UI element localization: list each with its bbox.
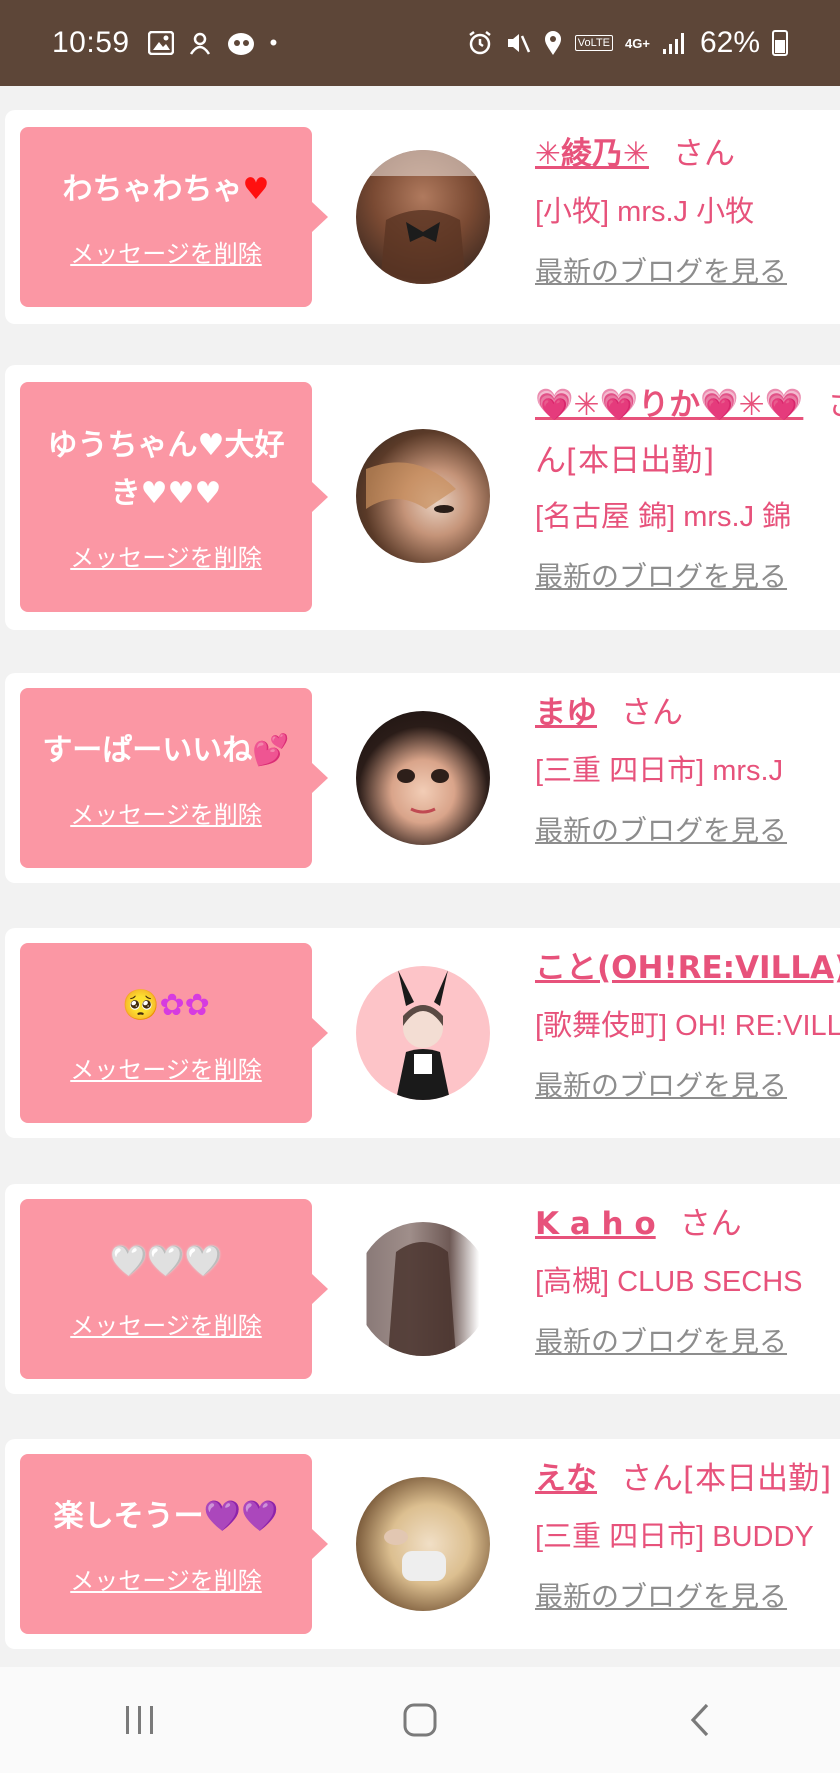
alarm-icon — [469, 31, 491, 55]
system-navigation-bar — [0, 1667, 840, 1773]
name-line: えな さん[本日出勤] — [535, 1457, 840, 1501]
message-bubble: わちゃわちゃ♥ メッセージを削除 — [20, 127, 328, 307]
notification-icons: • — [147, 30, 278, 56]
honorific: さ — [827, 387, 840, 423]
message-card: わちゃわちゃ♥ メッセージを削除 ✳綾乃✳ さん [小牧] mrs.J 小牧 最新… — [5, 110, 840, 324]
message-text: ゆうちゃん♥大好き♥♥♥ — [47, 427, 285, 511]
back-button[interactable] — [660, 1690, 740, 1750]
avatar[interactable] — [356, 966, 490, 1100]
honorific: さん[本日出勤] — [621, 1461, 832, 1497]
name-line: K a h o さん — [535, 1202, 840, 1246]
delete-message-link[interactable]: メッセージを削除 — [70, 1050, 262, 1085]
shop-label: [歌舞伎町] OH! RE:VILLA — [535, 1010, 840, 1042]
delete-message-link[interactable]: メッセージを削除 — [70, 234, 262, 269]
home-icon — [403, 1703, 437, 1737]
message-text: 🤍🤍🤍 — [109, 1243, 223, 1279]
honorific: さん — [621, 695, 683, 731]
gallery-icon — [147, 31, 174, 55]
avatar-image — [384, 1529, 446, 1581]
shop-label: [名古屋 錦] mrs.J 錦 — [535, 501, 792, 533]
profile-info: K a h o さん [高槻] CLUB SECHS 最新のブログを見る — [535, 1202, 840, 1360]
profile-info: まゆ さん [三重 四日市] mrs.J 最新のブログを見る — [535, 691, 840, 849]
view-blog-link[interactable]: 最新のブログを見る — [535, 1064, 787, 1104]
profile-info: こと(OH!RE:VILLA)さん [歌舞伎町] OH! RE:VILLA 最新… — [535, 946, 840, 1104]
delete-message-link[interactable]: メッセージを削除 — [70, 1306, 262, 1341]
avatar-image — [366, 462, 456, 513]
avatar[interactable] — [356, 429, 490, 563]
volte-badge: VoLTE — [574, 35, 614, 51]
recents-icon — [126, 1706, 153, 1734]
system-icons: VoLTE 4G+ 62% — [467, 26, 788, 60]
delete-message-link[interactable]: メッセージを削除 — [70, 795, 262, 830]
message-text: 楽しそうー💜💜 — [53, 1498, 279, 1534]
mute-icon — [507, 34, 530, 53]
name-line: まゆ さん — [535, 691, 840, 735]
message-card: 🥺✿✿ メッセージを削除 こと(OH!RE:VILLA)さん [歌舞伎町] OH… — [5, 928, 840, 1138]
view-blog-link[interactable]: 最新のブログを見る — [535, 250, 787, 290]
purple-hearts-emoji: 💜💜 — [203, 1498, 279, 1534]
shop-label: [高槻] CLUB SECHS — [535, 1266, 803, 1298]
signal-icon — [662, 33, 684, 54]
shop-label: [小牧] mrs.J 小牧 — [535, 196, 755, 228]
message-text: すーぱーいいね💕 — [42, 732, 290, 768]
avatar[interactable] — [356, 711, 490, 845]
honorific: さん — [679, 1206, 742, 1242]
name-line: ✳綾乃✳ さん — [535, 132, 840, 176]
honorific: さん — [672, 136, 735, 172]
profile-name-link[interactable]: まゆ — [535, 695, 597, 731]
battery-icon — [772, 30, 788, 56]
hearts-emoji: 💕 — [252, 732, 290, 768]
name-line: 💗✳💗りか💗✳💗 さ — [535, 383, 840, 427]
message-card: 🤍🤍🤍 メッセージを削除 K a h o さん [高槻] CLUB SECHS 最… — [5, 1184, 840, 1394]
heart-emoji: ♥ — [242, 171, 270, 207]
avatar-image — [388, 1242, 456, 1356]
network-type: 4G+ — [625, 35, 650, 51]
clock: 10:59 — [52, 26, 130, 59]
profile-name-link[interactable]: こと(OH!RE:VILLA) — [535, 950, 840, 986]
message-text: 🥺✿✿ — [122, 987, 210, 1023]
profile-info: 💗✳💗りか💗✳💗 さ ん[本日出勤] [名古屋 錦] mrs.J 錦 最新のブログ… — [535, 383, 840, 595]
message-card: すーぱーいいね💕 メッセージを削除 まゆ さん [三重 四日市] mrs.J 最新… — [5, 673, 840, 883]
character-app-icon — [227, 33, 254, 55]
view-blog-link[interactable]: 最新のブログを見る — [535, 809, 787, 849]
avatar-image — [356, 150, 490, 284]
view-blog-link[interactable]: 最新のブログを見る — [535, 1320, 787, 1360]
shop-label: [三重 四日市] BUDDY — [535, 1521, 814, 1553]
message-bubble: 🥺✿✿ メッセージを削除 — [20, 943, 328, 1123]
profile-info: ✳綾乃✳ さん [小牧] mrs.J 小牧 最新のブログを見る — [535, 132, 840, 290]
avatar[interactable] — [356, 150, 490, 284]
message-bubble: すーぱーいいね💕 メッセージを削除 — [20, 688, 328, 868]
view-blog-link[interactable]: 最新のブログを見る — [535, 555, 787, 595]
back-icon — [690, 1703, 709, 1737]
status-bar: 10:59 • VoLTE 4G+ 62% — [0, 0, 840, 86]
message-card: ゆうちゃん♥大好き♥♥♥ メッセージを削除 💗✳💗りか💗✳💗 さ ん[本日出勤] … — [5, 365, 840, 630]
location-icon — [544, 31, 561, 55]
message-card: 楽しそうー💜💜 メッセージを削除 えな さん[本日出勤] [三重 四日市] BUD… — [5, 1439, 840, 1649]
profile-info: えな さん[本日出勤] [三重 四日市] BUDDY 最新のブログを見る — [535, 1457, 840, 1615]
message-bubble: ゆうちゃん♥大好き♥♥♥ メッセージを削除 — [20, 382, 328, 612]
profile-name-link[interactable]: 💗✳💗りか💗✳💗 — [535, 387, 803, 423]
delete-message-link[interactable]: メッセージを削除 — [70, 1561, 262, 1596]
profile-name-link[interactable]: ✳綾乃✳ — [535, 136, 649, 172]
profile-name-link[interactable]: えな — [535, 1461, 597, 1497]
more-notifications-dot: • — [269, 30, 278, 55]
name-line-continued: ん[本日出勤] — [535, 443, 715, 479]
message-text: わちゃわちゃ♥ — [62, 171, 270, 207]
avatar-image — [396, 970, 450, 1100]
recents-button[interactable] — [100, 1690, 180, 1750]
avatar[interactable] — [356, 1477, 490, 1611]
avatar[interactable] — [356, 1222, 490, 1356]
avatar-image — [397, 769, 449, 814]
shop-label: [三重 四日市] mrs.J — [535, 755, 784, 787]
message-bubble: 楽しそうー💜💜 メッセージを削除 — [20, 1454, 328, 1634]
app-notification-icon — [189, 32, 210, 55]
battery-percent: 62% — [699, 26, 760, 59]
view-blog-link[interactable]: 最新のブログを見る — [535, 1575, 787, 1615]
home-button[interactable] — [380, 1690, 460, 1750]
name-line: こと(OH!RE:VILLA)さん — [535, 946, 840, 990]
delete-message-link[interactable]: メッセージを削除 — [70, 538, 262, 573]
message-bubble: 🤍🤍🤍 メッセージを削除 — [20, 1199, 328, 1379]
profile-name-link[interactable]: K a h o — [535, 1206, 656, 1242]
